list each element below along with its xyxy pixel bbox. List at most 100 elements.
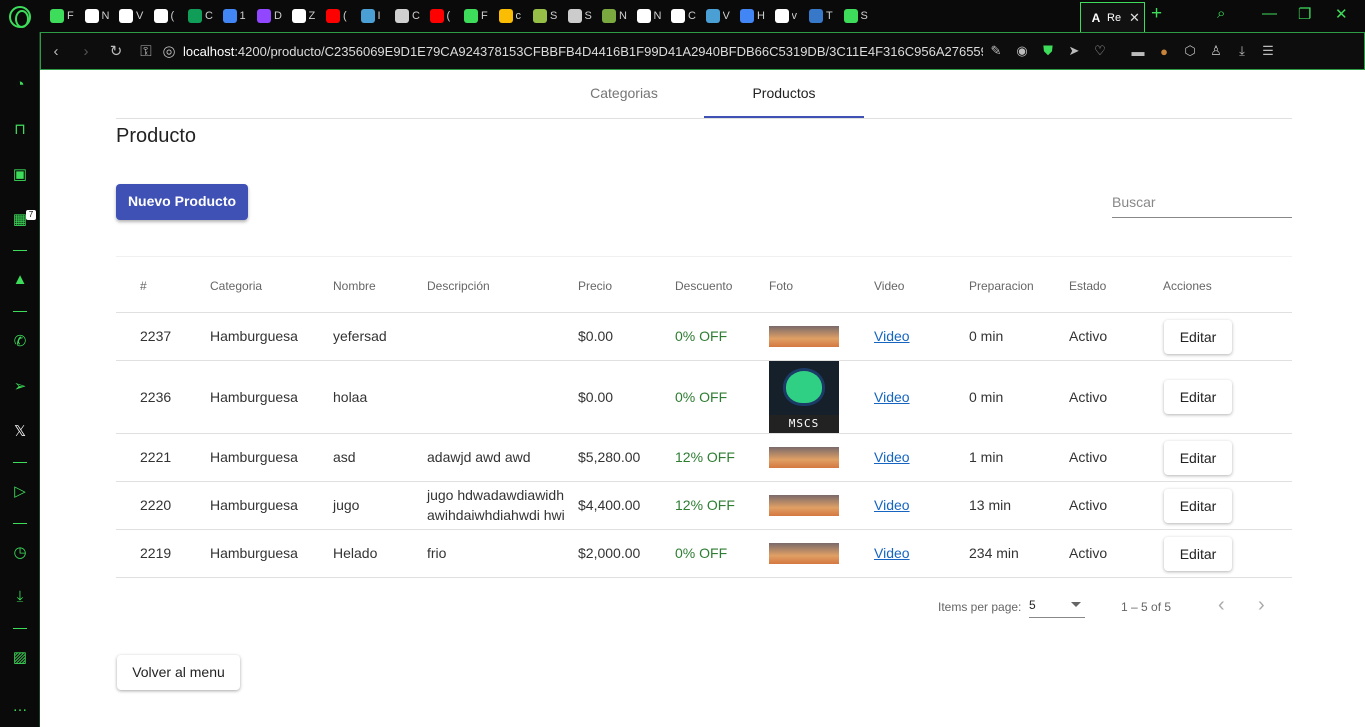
edit-button[interactable]: Editar	[1164, 489, 1232, 523]
active-browser-tab[interactable]: A Re ✕	[1080, 2, 1145, 32]
page-size-select[interactable]: 5	[1029, 598, 1085, 618]
photo-logo-text: MSCS	[769, 415, 839, 433]
back-to-menu-button[interactable]: Volver al menu	[117, 655, 240, 690]
next-page-icon[interactable]: ›	[1258, 594, 1265, 617]
speed-dial-icon[interactable]: ◔	[10, 75, 30, 95]
profile-icon[interactable]: ♙	[1203, 43, 1229, 59]
video-link[interactable]: Video	[874, 449, 910, 465]
cube-icon[interactable]: ⬡	[1177, 43, 1203, 59]
aria-icon[interactable]: ▲	[10, 270, 30, 290]
bag-icon[interactable]: ⊓	[10, 120, 30, 140]
edit-button[interactable]: Editar	[1164, 441, 1232, 475]
url-field[interactable]: localhost:4200/producto/C2356069E9D1E79C…	[183, 44, 983, 59]
maximize-icon[interactable]: ❐	[1298, 5, 1311, 23]
whatsapp-icon[interactable]: ✆	[10, 332, 30, 352]
search-icon[interactable]: ⌕	[1217, 5, 1225, 22]
edit-button[interactable]: Editar	[1164, 380, 1232, 414]
tab-favicon-icon	[222, 9, 237, 23]
browser-sidebar: ◔ ⊓ ▣ 7 ▦ ▲ ✆ ➢ 𝕏 ▷ ◷ ⤓ ▨ …	[0, 32, 40, 727]
browser-tab[interactable]: N	[602, 5, 636, 27]
x-icon[interactable]: 𝕏	[10, 422, 30, 442]
player-icon[interactable]: ▷	[10, 482, 30, 502]
reload-icon[interactable]: ↻	[101, 42, 131, 60]
extension-icon[interactable]: ▬	[1125, 44, 1151, 59]
opera-logo-icon[interactable]	[9, 6, 31, 28]
close-window-icon[interactable]: ✕	[1335, 5, 1348, 23]
browser-tab[interactable]: S	[533, 5, 567, 27]
browser-tab[interactable]: S	[843, 5, 878, 27]
chip-icon[interactable]: ▦	[10, 210, 30, 230]
tab-categorias[interactable]: Categorias	[544, 70, 704, 118]
browser-tab[interactable]: (	[326, 5, 360, 27]
products-table: # Categoria Nombre Descripción Precio De…	[116, 256, 1292, 578]
browser-tab[interactable]: S	[567, 5, 602, 27]
browser-tab[interactable]: (	[429, 5, 464, 27]
history-icon[interactable]: ◷	[10, 543, 30, 563]
download-icon[interactable]: ⤓	[1229, 43, 1255, 59]
tab-favicon-icon	[464, 9, 478, 23]
close-tab-icon[interactable]: ✕	[1129, 10, 1140, 26]
prev-page-icon[interactable]: ‹	[1218, 594, 1225, 617]
cell-num: 2220	[140, 497, 172, 513]
gallery-icon[interactable]: ▨	[10, 648, 30, 668]
camera-icon[interactable]: ◉	[1009, 43, 1035, 59]
browser-tab[interactable]: I	[360, 5, 395, 27]
search-field	[1112, 194, 1292, 218]
minimize-icon[interactable]: —	[1262, 5, 1277, 22]
browser-tab[interactable]: C	[671, 5, 705, 27]
cookie-icon[interactable]: ●	[1151, 44, 1177, 59]
browser-tab[interactable]: N	[636, 5, 671, 27]
tab-label: S	[860, 10, 868, 22]
tab-favicon-icon	[705, 9, 720, 23]
video-link[interactable]: Video	[874, 328, 910, 344]
browser-tab[interactable]: F	[464, 5, 498, 27]
browser-tab[interactable]: Z	[291, 5, 326, 27]
shield-icon[interactable]: ⛊	[1035, 43, 1061, 59]
browser-tab[interactable]: v	[774, 5, 809, 27]
edit-button[interactable]: Editar	[1164, 320, 1232, 354]
site-info-icon[interactable]: ⚿	[131, 43, 161, 60]
more-icon[interactable]: …	[10, 697, 30, 717]
browser-tab[interactable]: V	[705, 5, 740, 27]
browser-tab[interactable]: (	[153, 5, 188, 27]
video-link[interactable]: Video	[874, 545, 910, 561]
browser-tab[interactable]: T	[809, 5, 843, 27]
browser-tab[interactable]: H	[740, 5, 774, 27]
page-size-value: 5	[1029, 598, 1036, 612]
new-tab-icon[interactable]: +	[1151, 3, 1162, 25]
heart-icon[interactable]: ♡	[1087, 43, 1113, 59]
edit-icon[interactable]: ✎	[983, 43, 1009, 59]
twitch-icon[interactable]: ▣	[10, 165, 30, 185]
header-descripcion: Descripción	[427, 279, 490, 293]
browser-tab[interactable]: N	[84, 5, 119, 27]
new-product-button[interactable]: Nuevo Producto	[116, 184, 248, 220]
browser-tab[interactable]: C	[188, 5, 222, 27]
tab-ink-bar	[704, 116, 864, 118]
edit-button[interactable]: Editar	[1164, 537, 1232, 571]
browser-tab[interactable]: F	[50, 5, 84, 27]
tab-favicon-icon	[119, 9, 133, 23]
product-photo: MSCS	[769, 361, 839, 433]
tab-label: N	[101, 10, 110, 22]
telegram-icon[interactable]: ➢	[10, 377, 30, 397]
browser-tab[interactable]: c	[498, 5, 533, 27]
send-icon[interactable]: ➤	[1061, 43, 1087, 59]
browser-tab[interactable]: C	[395, 5, 429, 27]
video-link[interactable]: Video	[874, 497, 910, 513]
menu-icon[interactable]: ☰	[1255, 43, 1281, 59]
video-link[interactable]: Video	[874, 389, 910, 405]
browser-tab[interactable]: 1	[222, 5, 257, 27]
tab-label: V	[136, 10, 144, 22]
tab-label: T	[826, 10, 833, 22]
tab-label: C	[688, 10, 696, 22]
forward-icon[interactable]: ›	[71, 43, 101, 60]
tab-favicon-icon	[188, 9, 202, 23]
header-preparacion: Preparacion	[969, 279, 1034, 293]
back-icon[interactable]: ‹	[41, 43, 71, 60]
browser-tab[interactable]: D	[257, 5, 291, 27]
url-path: :4200/producto/C2356069E9D1E79CA92437815…	[234, 43, 983, 59]
search-input[interactable]	[1112, 194, 1292, 210]
downloads-icon[interactable]: ⤓	[10, 587, 30, 607]
tab-productos[interactable]: Productos	[704, 70, 864, 118]
browser-tab[interactable]: V	[119, 5, 153, 27]
